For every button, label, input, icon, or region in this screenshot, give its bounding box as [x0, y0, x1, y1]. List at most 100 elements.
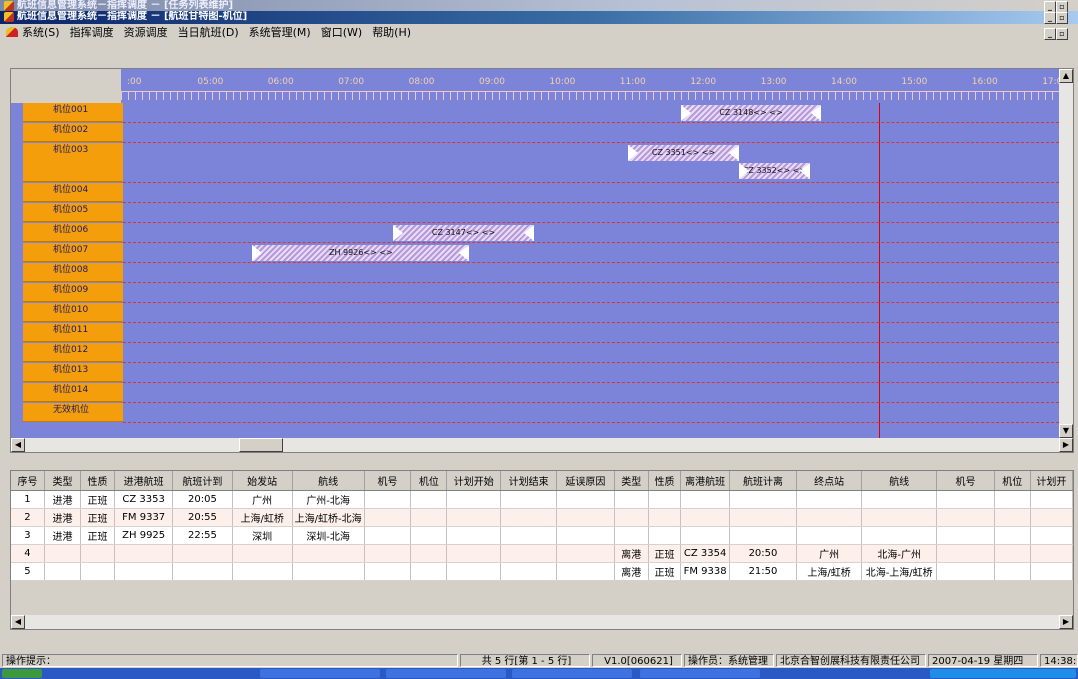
stand-label[interactable]: 机位003: [23, 143, 123, 182]
column-header[interactable]: 延误原因: [556, 471, 615, 491]
table-cell: [729, 490, 797, 509]
stand-label[interactable]: 机位001: [23, 103, 123, 122]
flight-bar[interactable]: CZ 3147<> <>: [393, 225, 534, 241]
stand-label[interactable]: 机位010: [23, 303, 123, 322]
table-cell: 深圳-北海: [292, 526, 365, 545]
flight-bar[interactable]: ZH 9926<> <>: [252, 245, 470, 261]
gantt-chart[interactable]: :00 05:00 06:00 07:00 08:00 09:00 10:00 11:00 12…: [10, 68, 1074, 453]
column-header[interactable]: 机位: [410, 471, 448, 491]
stand-label[interactable]: 机位004: [23, 183, 123, 202]
column-header[interactable]: 计划开始: [446, 471, 502, 491]
taskbar-item[interactable]: [386, 669, 506, 678]
scroll-right-icon[interactable]: ▶: [1059, 438, 1073, 452]
table-row[interactable]: 1 进港 正班 CZ 3353 20:05 广州 广州-北海: [11, 490, 1073, 509]
table-cell: 21:50: [729, 562, 797, 581]
table-cell: [500, 544, 558, 563]
timeline-hour-label: 15:00: [901, 77, 928, 87]
version-label: V1.0[060621]: [592, 654, 682, 667]
table-row[interactable]: 4 离港 正班 CZ 3354 20:50 广州 北海-广州: [11, 544, 1073, 563]
app-icon: [4, 12, 14, 22]
stand-label[interactable]: 机位014: [23, 383, 123, 402]
timeline-hour-label: :00: [127, 77, 142, 87]
table-cell: [994, 562, 1031, 581]
column-header[interactable]: 计划开: [1030, 471, 1073, 491]
flight-bar[interactable]: CZ 3351<> <>: [627, 145, 740, 161]
stand-label[interactable]: 机位012: [23, 343, 123, 362]
column-header[interactable]: 进港航班: [114, 471, 174, 491]
stand-label[interactable]: 无效机位: [23, 403, 123, 422]
stand-label[interactable]: 机位013: [23, 363, 123, 382]
scroll-up-icon[interactable]: ▲: [1059, 69, 1073, 83]
table-horizontal-scrollbar[interactable]: ◀ ▶: [11, 615, 1073, 629]
restore-icon[interactable]: ▫: [1056, 28, 1068, 40]
table-cell: 北海-广州: [861, 544, 938, 563]
stand-label[interactable]: 机位005: [23, 203, 123, 222]
scroll-left-icon[interactable]: ◀: [11, 438, 25, 452]
flight-bar[interactable]: CZ 3148<> <>: [680, 105, 822, 121]
taskbar-item[interactable]: [260, 669, 380, 678]
column-header[interactable]: 航线: [292, 471, 365, 491]
stand-label[interactable]: 机位007: [23, 243, 123, 262]
flight-bar[interactable]: CZ 3352<> <>: [739, 163, 811, 179]
column-header[interactable]: 始发站: [232, 471, 293, 491]
menu-today-flights[interactable]: 当日航班(D): [178, 26, 239, 39]
table-cell: [556, 544, 615, 563]
menu-system[interactable]: 系统(S): [22, 26, 60, 39]
column-header[interactable]: 计划结束: [500, 471, 558, 491]
stand-row-divider: [123, 182, 1059, 183]
timeline-header: :00 05:00 06:00 07:00 08:00 09:00 10:00 11:00 12…: [11, 69, 1068, 103]
window-titlebar[interactable]: 航班信息管理系统－指挥调度 － [航班甘特图-机位]: [0, 11, 1078, 24]
scroll-down-icon[interactable]: ▼: [1059, 424, 1073, 438]
column-header[interactable]: 类型: [44, 471, 81, 491]
table-cell: [994, 544, 1031, 563]
menu-window[interactable]: 窗口(W): [321, 26, 362, 39]
taskbar-item[interactable]: [640, 669, 760, 678]
table-row[interactable]: 5 离港 正班 FM 9338 21:50 上海/虹桥 北海-上海/虹桥: [11, 562, 1073, 581]
company-label: 北京合智创展科技有限责任公司: [776, 654, 926, 667]
stand-label[interactable]: 机位008: [23, 263, 123, 282]
vertical-scrollbar[interactable]: ▲ ▼: [1059, 69, 1073, 438]
column-header[interactable]: 终点站: [796, 471, 863, 491]
column-header[interactable]: 机号: [364, 471, 412, 491]
minimize-icon[interactable]: _: [1044, 28, 1056, 40]
stand-label[interactable]: 机位009: [23, 283, 123, 302]
taskbar-item[interactable]: [512, 669, 632, 678]
horizontal-scrollbar[interactable]: ◀ ▶: [11, 438, 1073, 452]
restore-icon[interactable]: ▫: [1056, 12, 1068, 24]
start-button[interactable]: [2, 669, 42, 678]
column-header[interactable]: 类型: [614, 471, 649, 491]
table-row[interactable]: 3 进港 正班 ZH 9925 22:55 深圳 深圳-北海: [11, 526, 1073, 545]
table-cell: 2: [11, 508, 45, 527]
scroll-thumb[interactable]: [239, 438, 283, 452]
table-cell: [796, 490, 863, 509]
column-header[interactable]: 航班计离: [729, 471, 797, 491]
stand-label[interactable]: 机位002: [23, 123, 123, 142]
app-menu-icon[interactable]: [6, 27, 18, 37]
table-row[interactable]: 2 进港 正班 FM 9337 20:55 上海/虹桥 上海/虹桥-北海: [11, 508, 1073, 527]
status-bar: 操作提示： 共 5 行[第 1 - 5 行] V1.0[060621] 操作员：…: [0, 654, 1078, 668]
table-cell: [648, 490, 682, 509]
table-cell: [446, 490, 502, 509]
scroll-right-icon[interactable]: ▶: [1059, 615, 1073, 629]
menu-command[interactable]: 指挥调度: [70, 26, 114, 39]
stand-label[interactable]: 机位011: [23, 323, 123, 342]
column-header[interactable]: 机位: [994, 471, 1031, 491]
scroll-left-icon[interactable]: ◀: [11, 615, 25, 629]
table-cell: [1030, 562, 1073, 581]
column-header[interactable]: 机号: [936, 471, 995, 491]
table-cell: [410, 526, 448, 545]
stand-label[interactable]: 机位006: [23, 223, 123, 242]
column-header[interactable]: 离港航班: [680, 471, 731, 491]
minimize-icon[interactable]: _: [1044, 12, 1056, 24]
menu-resource[interactable]: 资源调度: [124, 26, 168, 39]
table-cell: [648, 508, 682, 527]
column-header[interactable]: 序号: [11, 471, 45, 491]
menu-system-admin[interactable]: 系统管理(M): [249, 26, 311, 39]
column-header[interactable]: 性质: [648, 471, 682, 491]
column-header[interactable]: 航线: [861, 471, 938, 491]
menu-help[interactable]: 帮助(H): [372, 26, 411, 39]
column-header[interactable]: 性质: [80, 471, 116, 491]
table-cell: 4: [11, 544, 45, 563]
current-time-line: [879, 103, 880, 439]
column-header[interactable]: 航班计到: [172, 471, 233, 491]
